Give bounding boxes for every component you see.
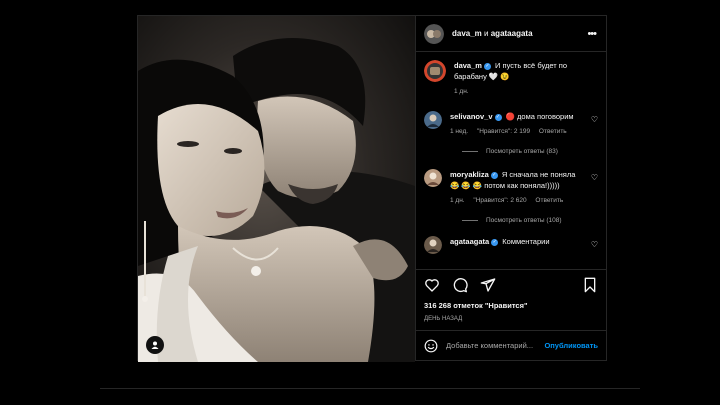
view-replies-button[interactable]: Посмотреть ответы (83) bbox=[462, 148, 598, 155]
comment-row: agataagata ✓ Комментарии ♡ bbox=[424, 236, 598, 254]
verified-badge-icon: ✓ bbox=[494, 113, 502, 121]
more-options-icon[interactable]: ••• bbox=[587, 28, 597, 40]
caption-text-block: dava_m ✓ И пусть всё будет по барабану 🤍 … bbox=[454, 60, 598, 97]
comment-text: 🔴 дома поговорим bbox=[505, 112, 574, 121]
comment-text: Комментарии bbox=[502, 237, 550, 246]
view-replies-label: Посмотреть ответы (108) bbox=[486, 217, 562, 224]
comment-username[interactable]: moryakliza bbox=[450, 170, 489, 179]
like-comment-heart-icon[interactable]: ♡ bbox=[591, 173, 598, 182]
share-send-icon[interactable] bbox=[480, 277, 496, 293]
view-replies-label: Посмотреть ответы (83) bbox=[486, 148, 558, 155]
post-details-panel: dava_m и agataagata ••• dava_m ✓ И пусть … bbox=[415, 16, 606, 360]
post-header: dava_m и agataagata ••• bbox=[416, 16, 606, 52]
comment-meta: 1 дн. "Нравится": 2 620 Ответить bbox=[450, 195, 584, 206]
emoji-smile-icon[interactable] bbox=[424, 339, 438, 353]
likes-count[interactable]: 316 268 отметок "Нравится" bbox=[416, 301, 606, 310]
comment-username[interactable]: agataagata bbox=[450, 237, 489, 246]
author-username[interactable]: dava_m bbox=[452, 29, 482, 38]
post-authors: dava_m и agataagata bbox=[452, 29, 587, 38]
post-actions-bar bbox=[416, 269, 606, 299]
author-avatar[interactable] bbox=[424, 23, 444, 44]
page-divider bbox=[100, 388, 640, 389]
comment-text-block: selivanov_v ✓ 🔴 дома поговорим 1 нед. "Нр… bbox=[450, 111, 598, 137]
comment-bubble-icon[interactable] bbox=[452, 277, 468, 293]
caption-row: dava_m ✓ И пусть всё будет по барабану 🤍 … bbox=[424, 60, 598, 97]
replies-divider bbox=[462, 151, 478, 152]
add-comment-bar: Опубликовать bbox=[416, 330, 606, 360]
comment-row: moryakliza ✓ Я сначала не поняла 😂 😂 😂 по… bbox=[424, 169, 598, 206]
post-time: ДЕНЬ НАЗАД bbox=[424, 316, 463, 322]
publish-button[interactable]: Опубликовать bbox=[544, 341, 598, 350]
caption-author-avatar[interactable] bbox=[424, 60, 446, 82]
view-replies-button[interactable]: Посмотреть ответы (108) bbox=[462, 217, 598, 224]
comment-text-block: agataagata ✓ Комментарии bbox=[450, 236, 598, 254]
verified-badge-icon: ✓ bbox=[483, 62, 491, 70]
comment-likes[interactable]: "Нравится": 2 199 bbox=[477, 128, 530, 135]
comment-meta: 1 нед. "Нравится": 2 199 Ответить bbox=[450, 126, 584, 137]
post-photo[interactable] bbox=[138, 16, 415, 362]
replies-divider bbox=[462, 220, 478, 221]
caption-meta: 1 дн. bbox=[454, 86, 584, 97]
caption-username[interactable]: dava_m bbox=[454, 61, 482, 70]
comment-row: selivanov_v ✓ 🔴 дома поговорим 1 нед. "Нр… bbox=[424, 111, 598, 137]
like-comment-heart-icon[interactable]: ♡ bbox=[591, 240, 598, 249]
caption-time: 1 дн. bbox=[454, 88, 469, 95]
comment-avatar[interactable] bbox=[424, 111, 442, 129]
comment-input[interactable] bbox=[446, 341, 545, 350]
authors-conjunction: и bbox=[484, 29, 489, 38]
bookmark-icon[interactable] bbox=[582, 277, 598, 293]
user-tag-icon[interactable] bbox=[146, 336, 164, 354]
instagram-post: dava_m и agataagata ••• dava_m ✓ И пусть … bbox=[137, 15, 607, 362]
comment-time: 1 нед. bbox=[450, 128, 469, 135]
like-comment-heart-icon[interactable]: ♡ bbox=[591, 115, 598, 124]
couple-photo-image bbox=[138, 16, 415, 362]
comment-time: 1 дн. bbox=[450, 197, 465, 204]
like-heart-icon[interactable] bbox=[424, 277, 440, 293]
comment-likes[interactable]: "Нравится": 2 620 bbox=[473, 197, 526, 204]
comment-avatar[interactable] bbox=[424, 169, 442, 187]
comments-list: dava_m ✓ И пусть всё будет по барабану 🤍 … bbox=[416, 52, 606, 269]
reply-button[interactable]: Ответить bbox=[539, 128, 567, 135]
verified-badge-icon: ✓ bbox=[491, 238, 499, 246]
coauthor-username[interactable]: agataagata bbox=[491, 29, 533, 38]
reply-button[interactable]: Ответить bbox=[535, 197, 563, 204]
verified-badge-icon: ✓ bbox=[490, 171, 498, 179]
comment-username[interactable]: selivanov_v bbox=[450, 112, 493, 121]
comment-text-block: moryakliza ✓ Я сначала не поняла 😂 😂 😂 по… bbox=[450, 169, 598, 206]
comment-avatar[interactable] bbox=[424, 236, 442, 254]
